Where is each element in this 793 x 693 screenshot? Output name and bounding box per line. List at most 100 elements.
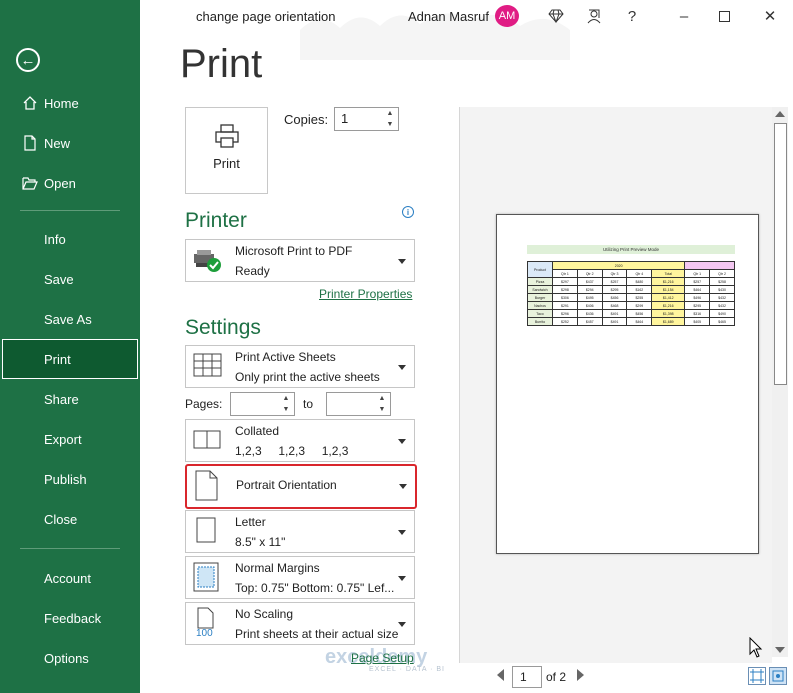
zoom-to-page-icon[interactable]: [769, 667, 787, 685]
info-icon[interactable]: i: [402, 206, 414, 218]
print-button-label: Print: [213, 156, 240, 171]
preview-col-header: Qtr 3: [601, 269, 628, 278]
preview-table-row: Taco $296 $436 $491 $456 $1,398 $316 $490: [527, 309, 735, 318]
sidebar-item-export[interactable]: Export: [0, 421, 140, 457]
previous-page-icon[interactable]: [497, 669, 504, 681]
print-button[interactable]: Print: [185, 107, 268, 194]
sidebar-item-publish[interactable]: Publish: [0, 461, 140, 497]
scaling-dropdown[interactable]: 100 No Scaling Print sheets at their act…: [185, 602, 415, 645]
scaling-page-icon: [197, 607, 214, 629]
close-icon[interactable]: ✕: [760, 6, 780, 26]
printer-status-icon: [194, 250, 221, 272]
preview-cell: $252: [552, 317, 578, 326]
sidebar-item-label: Options: [44, 650, 89, 666]
paper-size-icon: [196, 517, 216, 543]
pages-from-input[interactable]: ▲ ▼: [230, 392, 295, 416]
divider: [20, 210, 120, 211]
orientation-title: Portrait Orientation: [236, 478, 337, 492]
sidebar-item-home[interactable]: Home: [0, 85, 140, 121]
page-setup-link[interactable]: Page Setup: [351, 651, 414, 665]
collated-pages-icon: [193, 430, 221, 449]
avatar[interactable]: AM: [495, 5, 519, 27]
sidebar-item-info[interactable]: Info: [0, 221, 140, 257]
preview-row-label: Nachos: [527, 301, 553, 310]
pages-to-input[interactable]: ▲ ▼: [326, 392, 391, 416]
orientation-dropdown[interactable]: Portrait Orientation: [185, 464, 417, 509]
chevron-down-icon: [399, 484, 407, 489]
folder-open-icon: [18, 175, 42, 191]
sidebar-item-new[interactable]: New: [0, 125, 140, 161]
preview-cell: $406: [576, 301, 603, 310]
preview-cell: $437: [576, 277, 603, 286]
preview-cell: $1,216: [651, 301, 686, 310]
sidebar-item-share[interactable]: Share: [0, 381, 140, 417]
share-people-icon[interactable]: [584, 6, 604, 26]
show-margins-icon[interactable]: [748, 667, 766, 685]
minimize-icon[interactable]: –: [674, 6, 694, 26]
margins-dropdown[interactable]: Normal Margins Top: 0.75" Bottom: 0.75" …: [185, 556, 415, 599]
restore-icon[interactable]: [714, 6, 734, 26]
next-page-icon[interactable]: [577, 669, 584, 681]
copies-value[interactable]: 1: [341, 111, 348, 126]
chevron-down-icon[interactable]: ▼: [379, 406, 386, 413]
preview-cell: $298: [552, 285, 578, 294]
print-what-title: Print Active Sheets: [235, 350, 336, 364]
scroll-up-icon[interactable]: [775, 111, 785, 117]
sidebar-item-open[interactable]: Open: [0, 165, 140, 201]
preview-cell: $495: [576, 293, 603, 302]
chevron-down-icon[interactable]: ▼: [387, 121, 394, 128]
scrollbar-thumb[interactable]: [774, 123, 787, 385]
printer-heading: Printer: [185, 209, 247, 232]
printer-status: Ready: [235, 264, 270, 278]
sidebar-item-options[interactable]: Options: [0, 640, 140, 676]
sidebar-item-save-as[interactable]: Save As: [0, 301, 140, 337]
preview-cell: $1,154: [651, 285, 686, 294]
preview-cell: $255: [626, 293, 653, 302]
preview-cell: $258: [709, 277, 735, 286]
scroll-down-icon[interactable]: [775, 647, 785, 653]
help-icon[interactable]: ?: [622, 6, 642, 26]
back-arrow-icon[interactable]: ←: [16, 48, 40, 72]
collation-dropdown[interactable]: Collated 1,2,3 1,2,3 1,2,3: [185, 419, 415, 462]
new-document-icon: [18, 135, 42, 151]
page-count: of 2: [546, 670, 567, 684]
preview-scrollbar[interactable]: [772, 107, 788, 657]
user-name[interactable]: Adnan Masruf: [408, 9, 489, 24]
preview-cell: $456: [601, 293, 628, 302]
preview-cell: $457: [576, 317, 603, 326]
preview-cell: $432: [709, 293, 735, 302]
preview-cell: $296: [552, 309, 578, 318]
preview-col-header: Qtr 1: [684, 269, 711, 278]
settings-heading: Settings: [185, 316, 261, 339]
chevron-up-icon[interactable]: ▲: [379, 395, 386, 402]
page-number-input[interactable]: 1: [512, 666, 542, 688]
sidebar-item-save[interactable]: Save: [0, 261, 140, 297]
copies-stepper[interactable]: 1 ▲ ▼: [334, 107, 399, 131]
chevron-up-icon[interactable]: ▲: [283, 395, 290, 402]
printer-dropdown[interactable]: Microsoft Print to PDF Ready: [185, 239, 415, 282]
preview-cell: $496: [684, 293, 711, 302]
preview-cell: $295: [601, 285, 628, 294]
margins-title: Normal Margins: [235, 561, 320, 575]
sidebar-item-account[interactable]: Account: [0, 560, 140, 596]
copies-label: Copies:: [284, 112, 329, 127]
preview-cell: $316: [684, 309, 711, 318]
sidebar-item-label: Print: [44, 351, 71, 367]
preview-col-header: Total: [651, 269, 686, 278]
preview-col-header: Qtr 4: [626, 269, 653, 278]
diamond-icon[interactable]: [546, 6, 566, 26]
preview-cell: $294: [576, 285, 603, 294]
paper-size-dropdown[interactable]: Letter 8.5" x 11": [185, 510, 415, 553]
to-label: to: [303, 397, 314, 411]
sidebar-item-close[interactable]: Close: [0, 501, 140, 537]
sidebar-item-print[interactable]: Print: [2, 339, 138, 379]
printer-properties-link[interactable]: Printer Properties: [319, 287, 412, 301]
divider: [20, 548, 120, 549]
sidebar-item-feedback[interactable]: Feedback: [0, 600, 140, 636]
preview-cell: $456: [626, 309, 653, 318]
print-what-dropdown[interactable]: Print Active Sheets Only print the activ…: [185, 345, 415, 388]
chevron-up-icon[interactable]: ▲: [387, 110, 394, 117]
chevron-down-icon[interactable]: ▼: [283, 406, 290, 413]
preview-cell: $464: [626, 317, 653, 326]
sidebar-item-label: Feedback: [44, 610, 102, 626]
